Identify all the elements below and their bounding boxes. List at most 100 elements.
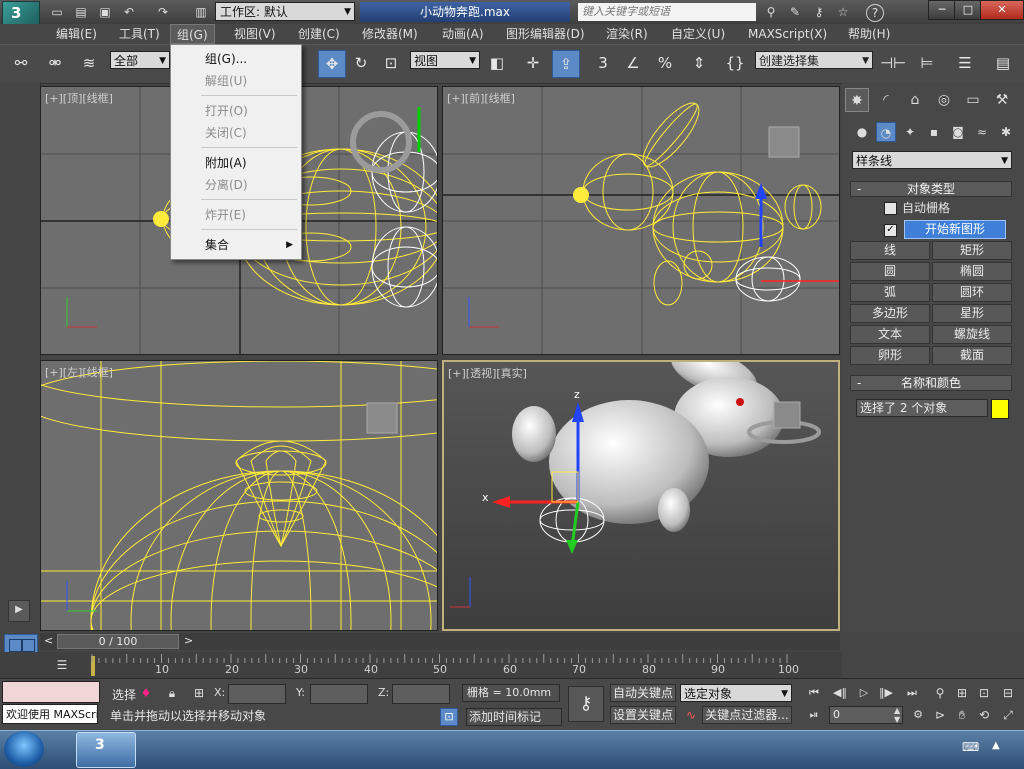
x-coord-field[interactable] [228, 684, 286, 704]
key-mode-dropdown[interactable]: 选定对象 ▼ [680, 684, 792, 702]
frame-spinner-icon[interactable]: ▲ ▼ [894, 706, 904, 724]
cameras-icon[interactable]: ▪ [924, 122, 944, 142]
time-slider-thumb[interactable]: 0 / 100 [57, 634, 179, 649]
menu-item-detach[interactable]: 分离(D) [171, 175, 301, 195]
modify-tab-icon[interactable]: ◜ [874, 88, 898, 112]
shape-donut-button[interactable]: 圆环 [932, 283, 1012, 302]
percent-snap-icon[interactable]: % [652, 50, 678, 76]
create-tab-icon[interactable]: ✸ [845, 88, 869, 112]
redo-icon[interactable]: ↷ [154, 3, 172, 21]
minimize-button[interactable]: ─ [928, 0, 956, 20]
viewport-label[interactable]: [+][顶][线框] [45, 90, 113, 106]
viewport-label[interactable]: [+][左][线框] [45, 364, 113, 380]
shape-egg-button[interactable]: 卵形 [850, 346, 930, 365]
shape-helix-button[interactable]: 螺旋线 [932, 325, 1012, 344]
menu-item-explode[interactable]: 炸开(E) [171, 205, 301, 225]
menu-views[interactable]: 视图(V) [228, 24, 282, 44]
field-of-view-icon[interactable]: ⊳ [930, 706, 950, 724]
shape-ngon-button[interactable]: 多边形 [850, 304, 930, 323]
systems-icon[interactable]: ✱ [996, 122, 1016, 142]
angle-snap-icon[interactable]: ∠ [620, 50, 646, 76]
geometry-icon[interactable]: ● [852, 122, 872, 142]
key-mode-toggle-icon[interactable]: ⏯ [804, 706, 824, 724]
current-frame-field[interactable]: 0 [829, 706, 903, 724]
menu-help[interactable]: 帮助(H) [842, 24, 896, 44]
viewport-left[interactable]: [+][左][线框] [40, 360, 438, 631]
mirror-icon[interactable]: ⊣⊢ [880, 50, 906, 76]
key-filters-button[interactable]: 关键点过滤器... [702, 706, 792, 724]
workspace-dropdown[interactable]: 工作区: 默认 ▼ [215, 2, 355, 21]
help-icon[interactable]: ? [866, 4, 884, 22]
selection-filter-dropdown[interactable]: 全部 ▼ [110, 51, 170, 69]
key-icon[interactable]: ⚷ [810, 3, 828, 21]
keyboard-shortcut-toggle-button[interactable]: ⇪ [552, 50, 580, 78]
viewport-label[interactable]: [+][前][线框] [447, 90, 515, 106]
object-type-rollout-header[interactable]: - 对象类型 [850, 181, 1012, 197]
binoculars-icon[interactable]: ⚲ [762, 3, 780, 21]
menu-item-group[interactable]: 组(G)... [171, 49, 301, 69]
viewport-label[interactable]: [+][透视][真实] [448, 365, 527, 381]
unlink-icon[interactable]: ⚮ [42, 50, 68, 76]
menu-create[interactable]: 创建(C) [292, 24, 346, 44]
spacewarps-icon[interactable]: ≈ [972, 122, 992, 142]
layer-manager-icon[interactable]: ☰ [952, 50, 978, 76]
maxscript-mini-listener-input[interactable] [2, 681, 100, 703]
go-to-start-icon[interactable]: ⏮ [804, 684, 824, 702]
communication-icon[interactable]: ✎ [786, 3, 804, 21]
shape-text-button[interactable]: 文本 [850, 325, 930, 344]
z-coord-field[interactable] [392, 684, 450, 704]
favorites-star-icon[interactable]: ☆ [834, 3, 852, 21]
object-name-field[interactable]: 选择了 2 个对象 [856, 399, 988, 417]
align-icon[interactable]: ⊨ [914, 50, 940, 76]
taskbar-3dsmax-button[interactable]: 3 [76, 732, 136, 768]
app-logo-button[interactable]: 3 [2, 1, 40, 25]
bind-spacewarp-icon[interactable]: ≋ [76, 50, 102, 76]
helpers-icon[interactable]: ◙ [948, 122, 968, 142]
menu-modifiers[interactable]: 修改器(M) [356, 24, 424, 44]
shape-star-button[interactable]: 星形 [932, 304, 1012, 323]
utilities-tab-icon[interactable]: ⚒ [990, 88, 1014, 112]
menu-item-close[interactable]: 关闭(C) [171, 123, 301, 143]
start-new-shape-button[interactable]: 开始新图形 [904, 220, 1006, 239]
auto-key-button[interactable]: 自动关键点 [610, 684, 676, 702]
close-button[interactable]: ✕ [980, 0, 1024, 20]
curve-editor-mini-icon[interactable]: ☰ [50, 655, 74, 675]
y-coord-field[interactable] [310, 684, 368, 704]
tray-expand-icon[interactable]: ▲ [992, 740, 1000, 751]
hierarchy-tab-icon[interactable]: ⌂ [903, 88, 927, 112]
pan-view-hand-icon[interactable]: ✋︎ [952, 706, 972, 724]
menu-maxscript[interactable]: MAXScript(X) [742, 24, 833, 44]
set-key-button[interactable]: 设置关键点 [610, 706, 676, 724]
time-slider-prev-arrow[interactable]: < [44, 634, 53, 647]
windows-start-icon[interactable] [4, 731, 44, 767]
lights-icon[interactable]: ✦ [900, 122, 920, 142]
maximize-viewport-icon[interactable]: ⤢ [998, 706, 1018, 724]
previous-frame-icon[interactable]: ◀‖ [830, 684, 850, 702]
absolute-mode-icon[interactable]: ⊞ [190, 684, 208, 702]
new-file-icon[interactable]: ▭ [48, 3, 66, 21]
menu-rendering[interactable]: 渲染(R) [600, 24, 654, 44]
menu-item-ungroup[interactable]: 解组(U) [171, 71, 301, 91]
go-to-end-icon[interactable]: ⏭ [902, 684, 922, 702]
viewport-front[interactable]: [+][前][线框] [442, 86, 840, 355]
shape-section-button[interactable]: 截面 [932, 346, 1012, 365]
zoom-extents-icon[interactable]: ⊡ [974, 684, 994, 702]
zoom-all-icon[interactable]: ⊞ [952, 684, 972, 702]
menu-animation[interactable]: 动画(A) [436, 24, 490, 44]
selection-lock-icon[interactable]: 🔒︎ [164, 684, 180, 702]
undo-icon[interactable]: ↶ [120, 3, 138, 21]
link-icon[interactable]: ⚯ [8, 50, 34, 76]
menu-graph-editors[interactable]: 图形编辑器(D) [500, 24, 591, 44]
named-selection-set-dropdown[interactable]: 创建选择集 ▼ [755, 51, 873, 69]
pivot-center-icon[interactable]: ◧ [484, 50, 510, 76]
add-time-tag-button[interactable]: 添加时间标记 [466, 708, 562, 726]
viewport-perspective[interactable]: [+][透视][真实] x z [442, 360, 840, 631]
select-rotate-icon[interactable]: ↻ [348, 50, 374, 76]
graphite-ribbon-icon[interactable]: ▤ [990, 50, 1016, 76]
shape-arc-button[interactable]: 弧 [850, 283, 930, 302]
object-color-swatch[interactable] [991, 399, 1009, 419]
select-move-button[interactable]: ✥ [318, 50, 346, 78]
keyboard-icon[interactable]: ⌨ [962, 740, 979, 754]
spinner-snap-icon[interactable]: ⇕ [686, 50, 712, 76]
zoom-extents-all-icon[interactable]: ⊟ [998, 684, 1018, 702]
